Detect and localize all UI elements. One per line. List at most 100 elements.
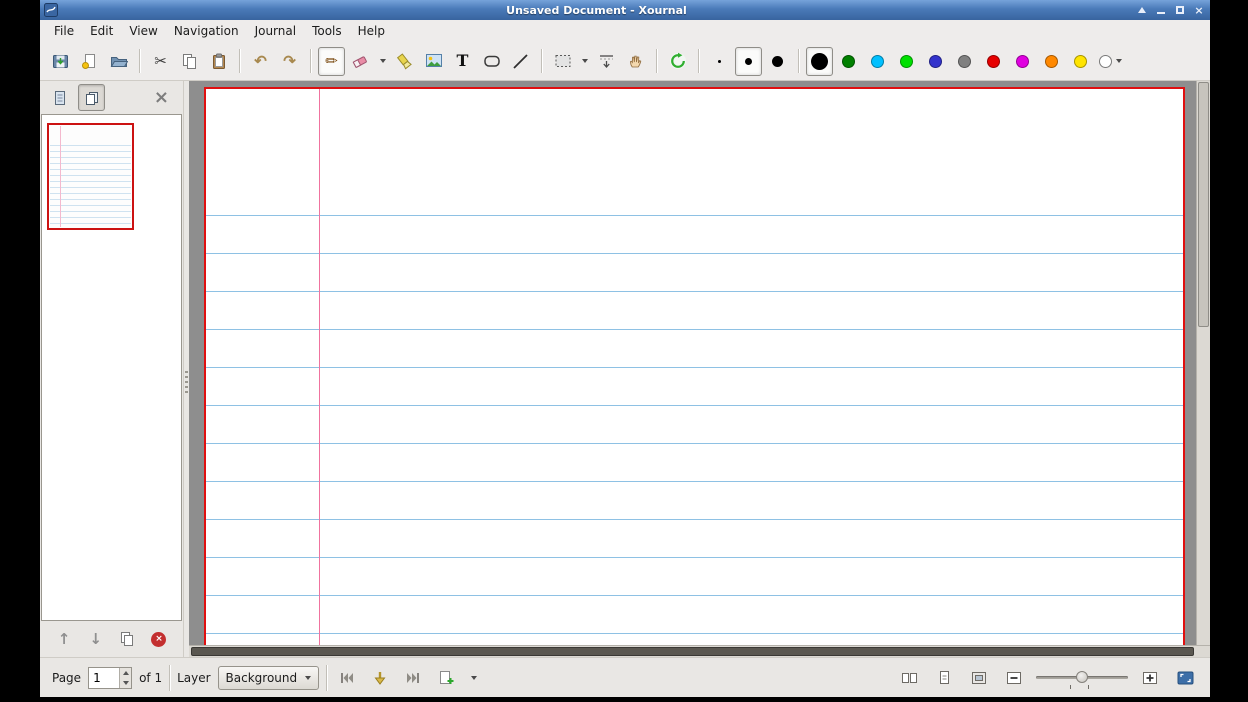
slider-tick <box>1088 685 1089 689</box>
duplicate-page-button[interactable] <box>116 628 138 650</box>
last-page-button[interactable] <box>400 665 426 691</box>
eraser-tool-button[interactable] <box>347 47 374 76</box>
undo-icon: ↶ <box>254 54 267 69</box>
zoom-slider-handle[interactable] <box>1076 671 1088 683</box>
highlighter-tool-button[interactable] <box>391 47 418 76</box>
shade-button[interactable] <box>1135 3 1149 17</box>
fullscreen-button[interactable] <box>1172 665 1198 691</box>
status-bar: Page of 1 Layer Background <box>40 657 1210 697</box>
move-page-down-button[interactable]: ↓ <box>85 628 107 650</box>
page-number-input[interactable] <box>89 668 119 688</box>
pen-size-thick-button[interactable] <box>764 47 791 76</box>
text-tool-button[interactable]: T <box>449 47 476 76</box>
horizontal-scrollbar[interactable] <box>189 645 1210 657</box>
delete-page-button[interactable]: × <box>148 628 170 650</box>
new-document-button[interactable] <box>76 47 103 76</box>
yellow-color-icon <box>1074 55 1087 68</box>
close-button[interactable]: × <box>1192 3 1206 17</box>
spin-up-icon <box>123 671 129 675</box>
menu-edit[interactable]: Edit <box>82 21 121 41</box>
menu-help[interactable]: Help <box>350 21 393 41</box>
color-green-button[interactable] <box>835 47 862 76</box>
layers-view-tab[interactable] <box>46 84 73 111</box>
spin-down-icon <box>123 681 129 685</box>
sidebar-footer: ↑ ↓ × <box>40 621 183 657</box>
vertical-space-tool-button[interactable] <box>593 47 620 76</box>
vertical-scrollbar-thumb[interactable] <box>1198 82 1209 327</box>
color-magenta-button[interactable] <box>1009 47 1036 76</box>
select-options-dropdown[interactable] <box>578 47 591 76</box>
color-red-button[interactable] <box>980 47 1007 76</box>
single-page-view-button[interactable] <box>931 665 957 691</box>
color-orange-button[interactable] <box>1038 47 1065 76</box>
shape-recognizer-button[interactable] <box>478 47 505 76</box>
select-rectangle-button[interactable] <box>549 47 576 76</box>
page-1-thumbnail[interactable] <box>47 123 134 230</box>
color-white-button[interactable] <box>1096 47 1125 76</box>
open-button[interactable] <box>105 47 132 76</box>
page-spin-buttons <box>119 668 131 688</box>
redo-button[interactable]: ↷ <box>276 47 303 76</box>
open-folder-icon <box>110 53 128 70</box>
color-yellow-button[interactable] <box>1067 47 1094 76</box>
zoom-slider[interactable] <box>1036 667 1128 689</box>
default-pen-button[interactable] <box>664 47 691 76</box>
zoom-in-button[interactable] <box>1137 665 1163 691</box>
page-1[interactable] <box>204 87 1185 645</box>
menu-tools[interactable]: Tools <box>304 21 350 41</box>
color-black-button[interactable] <box>806 47 833 76</box>
menu-journal[interactable]: Journal <box>247 21 305 41</box>
page-decrement-button[interactable] <box>120 678 131 688</box>
hand-tool-button[interactable] <box>622 47 649 76</box>
pen-size-fine-button[interactable] <box>706 47 733 76</box>
zoom-fit-page-button[interactable] <box>966 665 992 691</box>
copy-icon <box>181 53 198 70</box>
menu-navigation[interactable]: Navigation <box>166 21 247 41</box>
window-title: Unsaved Document - Xournal <box>58 4 1135 17</box>
main-area: × ↑ ↓ × <box>40 81 1210 657</box>
new-page-options-dropdown[interactable] <box>466 665 482 691</box>
first-page-button[interactable] <box>334 665 360 691</box>
minimize-button[interactable] <box>1154 3 1168 17</box>
color-light-green-button[interactable] <box>893 47 920 76</box>
chevron-down-icon <box>582 59 588 63</box>
next-page-button[interactable] <box>367 665 393 691</box>
new-document-icon <box>81 53 98 70</box>
move-page-up-button[interactable]: ↑ <box>53 628 75 650</box>
sidebar-close-button[interactable]: × <box>154 89 169 107</box>
single-page-view-icon <box>937 670 952 685</box>
pen-size-medium-button[interactable] <box>735 47 762 76</box>
color-light-blue-button[interactable] <box>864 47 891 76</box>
highlighter-icon <box>396 53 413 70</box>
image-tool-button[interactable] <box>420 47 447 76</box>
undo-button[interactable]: ↶ <box>247 47 274 76</box>
color-gray-button[interactable] <box>951 47 978 76</box>
menu-file[interactable]: File <box>46 21 82 41</box>
slider-tick <box>1070 685 1071 689</box>
vertical-scrollbar[interactable] <box>1196 81 1210 645</box>
two-page-view-button[interactable] <box>896 665 922 691</box>
select-rectangle-icon <box>554 53 572 69</box>
pen-icon: ✏ <box>325 54 338 69</box>
page-increment-button[interactable] <box>120 668 131 678</box>
zoom-out-button[interactable] <box>1001 665 1027 691</box>
color-blue-button[interactable] <box>922 47 949 76</box>
copy-button[interactable] <box>176 47 203 76</box>
new-page-after-button[interactable] <box>433 665 459 691</box>
menu-view[interactable]: View <box>121 21 165 41</box>
document-canvas[interactable] <box>189 81 1196 645</box>
minimize-icon <box>1157 12 1165 14</box>
eraser-options-dropdown[interactable] <box>376 47 389 76</box>
horizontal-scrollbar-thumb[interactable] <box>191 647 1194 656</box>
ruler-tool-button[interactable] <box>507 47 534 76</box>
pen-tool-button[interactable]: ✏ <box>318 47 345 76</box>
save-button[interactable] <box>47 47 74 76</box>
paste-button[interactable] <box>205 47 232 76</box>
cut-button[interactable]: ✂ <box>147 47 174 76</box>
maximize-button[interactable] <box>1173 3 1187 17</box>
toolbar-separator <box>139 49 140 73</box>
toolbar-separator <box>798 49 799 73</box>
pages-view-tab[interactable] <box>78 84 105 111</box>
layer-combobox[interactable]: Background <box>218 666 320 690</box>
shape-recognizer-icon <box>483 53 501 69</box>
